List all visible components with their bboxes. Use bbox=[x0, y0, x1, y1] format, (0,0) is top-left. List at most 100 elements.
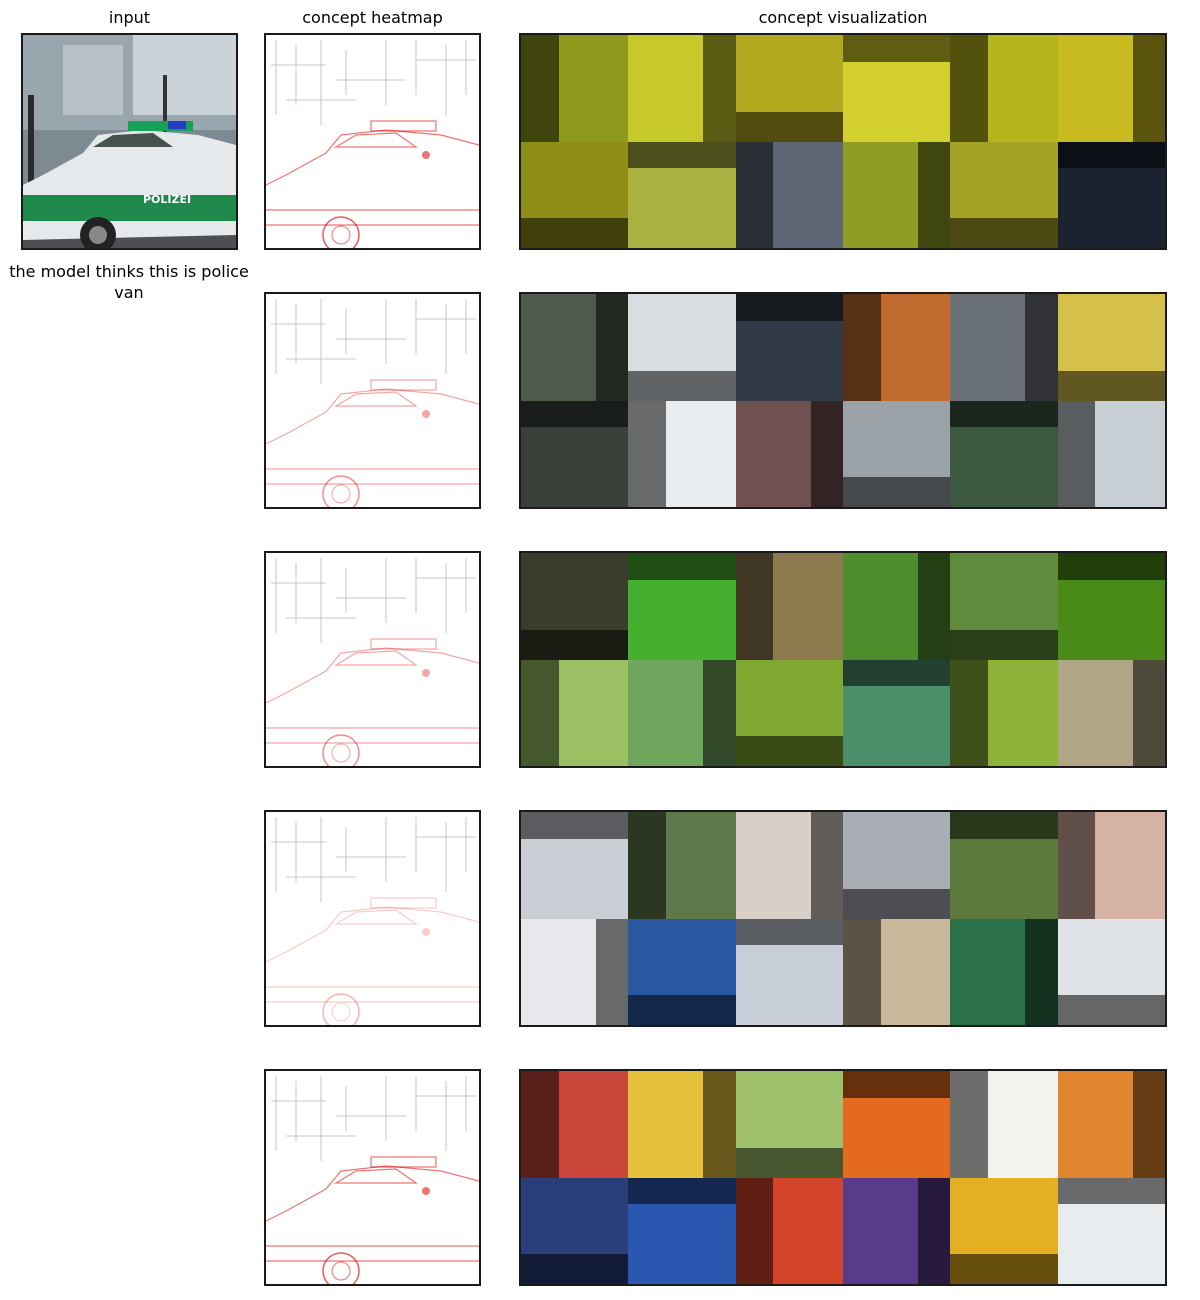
heatmap-sketch-icon bbox=[266, 294, 479, 507]
concept-example-tile bbox=[521, 400, 629, 507]
tile-dim-overlay bbox=[735, 111, 843, 142]
concept-example-tile bbox=[628, 918, 736, 1025]
concept-example-tile bbox=[950, 35, 1058, 142]
input-column-title: input bbox=[108, 8, 151, 27]
concept-example-tile bbox=[950, 400, 1058, 507]
concept-example-tile bbox=[735, 812, 843, 919]
concept-example-tile bbox=[735, 1177, 843, 1284]
concept-example-tile bbox=[950, 1071, 1058, 1178]
concept-example-tile bbox=[521, 294, 629, 401]
concept-example-tile bbox=[628, 400, 736, 507]
tile-dim-overlay bbox=[628, 1177, 736, 1205]
tile-dim-overlay bbox=[703, 659, 736, 766]
concept-example-tile bbox=[950, 1177, 1058, 1284]
car-text: POLIZEI bbox=[143, 193, 191, 206]
concept-example-tile bbox=[521, 1177, 629, 1284]
concept-example-tile bbox=[843, 918, 951, 1025]
police-car-photo-icon: POLIZEI bbox=[23, 35, 236, 248]
heatmap-column-title: concept heatmap bbox=[302, 8, 443, 27]
tile-dim-overlay bbox=[1132, 1071, 1165, 1178]
concept-example-tile bbox=[521, 812, 629, 919]
tile-dim-overlay bbox=[521, 218, 629, 248]
tile-dim-overlay bbox=[735, 1177, 774, 1284]
concept-example-tile bbox=[1057, 812, 1165, 919]
concept-example-tile bbox=[521, 35, 629, 142]
concept-example-tile bbox=[628, 659, 736, 766]
concept-example-tile bbox=[843, 812, 951, 919]
concept-example-tile bbox=[950, 812, 1058, 919]
tile-dim-overlay bbox=[843, 659, 951, 687]
tile-dim-overlay bbox=[950, 218, 1058, 248]
tile-dim-overlay bbox=[1025, 294, 1058, 401]
tile-dim-overlay bbox=[521, 812, 629, 839]
tile-dim-overlay bbox=[628, 812, 666, 919]
concept-example-tile bbox=[843, 1177, 951, 1284]
tile-dim-overlay bbox=[1057, 370, 1165, 401]
concept-visualization-grid bbox=[519, 551, 1167, 768]
tile-dim-overlay bbox=[596, 294, 629, 401]
concept-example-tile bbox=[1057, 141, 1165, 248]
tile-dim-overlay bbox=[843, 477, 951, 507]
tile-dim-overlay bbox=[735, 553, 774, 660]
tile-dim-overlay bbox=[1057, 400, 1096, 507]
concept-example-tile bbox=[1057, 1071, 1165, 1178]
heatmap-sketch-icon bbox=[266, 35, 479, 248]
concept-example-tile bbox=[1057, 659, 1165, 766]
tile-dim-overlay bbox=[843, 888, 951, 919]
tile-dim-overlay bbox=[950, 400, 1058, 428]
concept-example-tile bbox=[521, 918, 629, 1025]
visualization-column-title: concept visualization bbox=[758, 8, 928, 27]
tile-dim-overlay bbox=[628, 995, 736, 1025]
tile-dim-overlay bbox=[628, 553, 736, 580]
tile-dim-overlay bbox=[1057, 812, 1096, 919]
concept-example-tile bbox=[735, 400, 843, 507]
concept-example-tile bbox=[843, 294, 951, 401]
tile-dim-overlay bbox=[1132, 659, 1165, 766]
concept-example-tile bbox=[628, 141, 736, 248]
tile-dim-overlay bbox=[843, 294, 881, 401]
tile-dim-overlay bbox=[735, 1147, 843, 1178]
tile-dim-overlay bbox=[735, 736, 843, 766]
concept-heatmap bbox=[264, 810, 481, 1027]
concept-example-tile bbox=[950, 294, 1058, 401]
concept-example-tile bbox=[1057, 553, 1165, 660]
concept-example-tile bbox=[1057, 918, 1165, 1025]
tile-dim-overlay bbox=[735, 918, 843, 946]
concept-visualization-grid bbox=[519, 33, 1167, 250]
concept-example-tile bbox=[735, 553, 843, 660]
tile-dim-overlay bbox=[810, 400, 843, 507]
tile-dim-overlay bbox=[1057, 1177, 1165, 1205]
tile-dim-overlay bbox=[521, 1071, 559, 1178]
tile-dim-overlay bbox=[843, 918, 881, 1025]
concept-example-tile bbox=[735, 1071, 843, 1178]
concept-example-tile bbox=[1057, 294, 1165, 401]
tile-dim-overlay bbox=[735, 141, 774, 248]
tile-dim-overlay bbox=[735, 294, 843, 321]
concept-example-tile bbox=[950, 659, 1058, 766]
heatmap-sketch-icon bbox=[266, 553, 479, 766]
concept-example-tile bbox=[843, 1071, 951, 1178]
concept-example-tile bbox=[950, 918, 1058, 1025]
concept-example-tile bbox=[628, 1071, 736, 1178]
tile-dim-overlay bbox=[950, 629, 1058, 660]
concept-example-tile bbox=[950, 553, 1058, 660]
tile-dim-overlay bbox=[843, 35, 951, 62]
tile-dim-overlay bbox=[1132, 35, 1165, 142]
concept-example-tile bbox=[628, 1177, 736, 1284]
concept-heatmap bbox=[264, 33, 481, 250]
heatmap-sketch-icon bbox=[266, 1071, 479, 1284]
concept-example-tile bbox=[735, 141, 843, 248]
tile-dim-overlay bbox=[810, 812, 843, 919]
concept-example-tile bbox=[843, 659, 951, 766]
tile-dim-overlay bbox=[628, 400, 666, 507]
concept-example-tile bbox=[628, 294, 736, 401]
tile-dim-overlay bbox=[950, 1071, 988, 1178]
concept-example-tile bbox=[521, 553, 629, 660]
tile-dim-overlay bbox=[521, 659, 559, 766]
tile-dim-overlay bbox=[918, 553, 951, 660]
concept-example-tile bbox=[843, 141, 951, 248]
concept-heatmap bbox=[264, 1069, 481, 1286]
concept-example-tile bbox=[950, 141, 1058, 248]
input-image: POLIZEI bbox=[21, 33, 238, 250]
tile-dim-overlay bbox=[703, 1071, 736, 1178]
